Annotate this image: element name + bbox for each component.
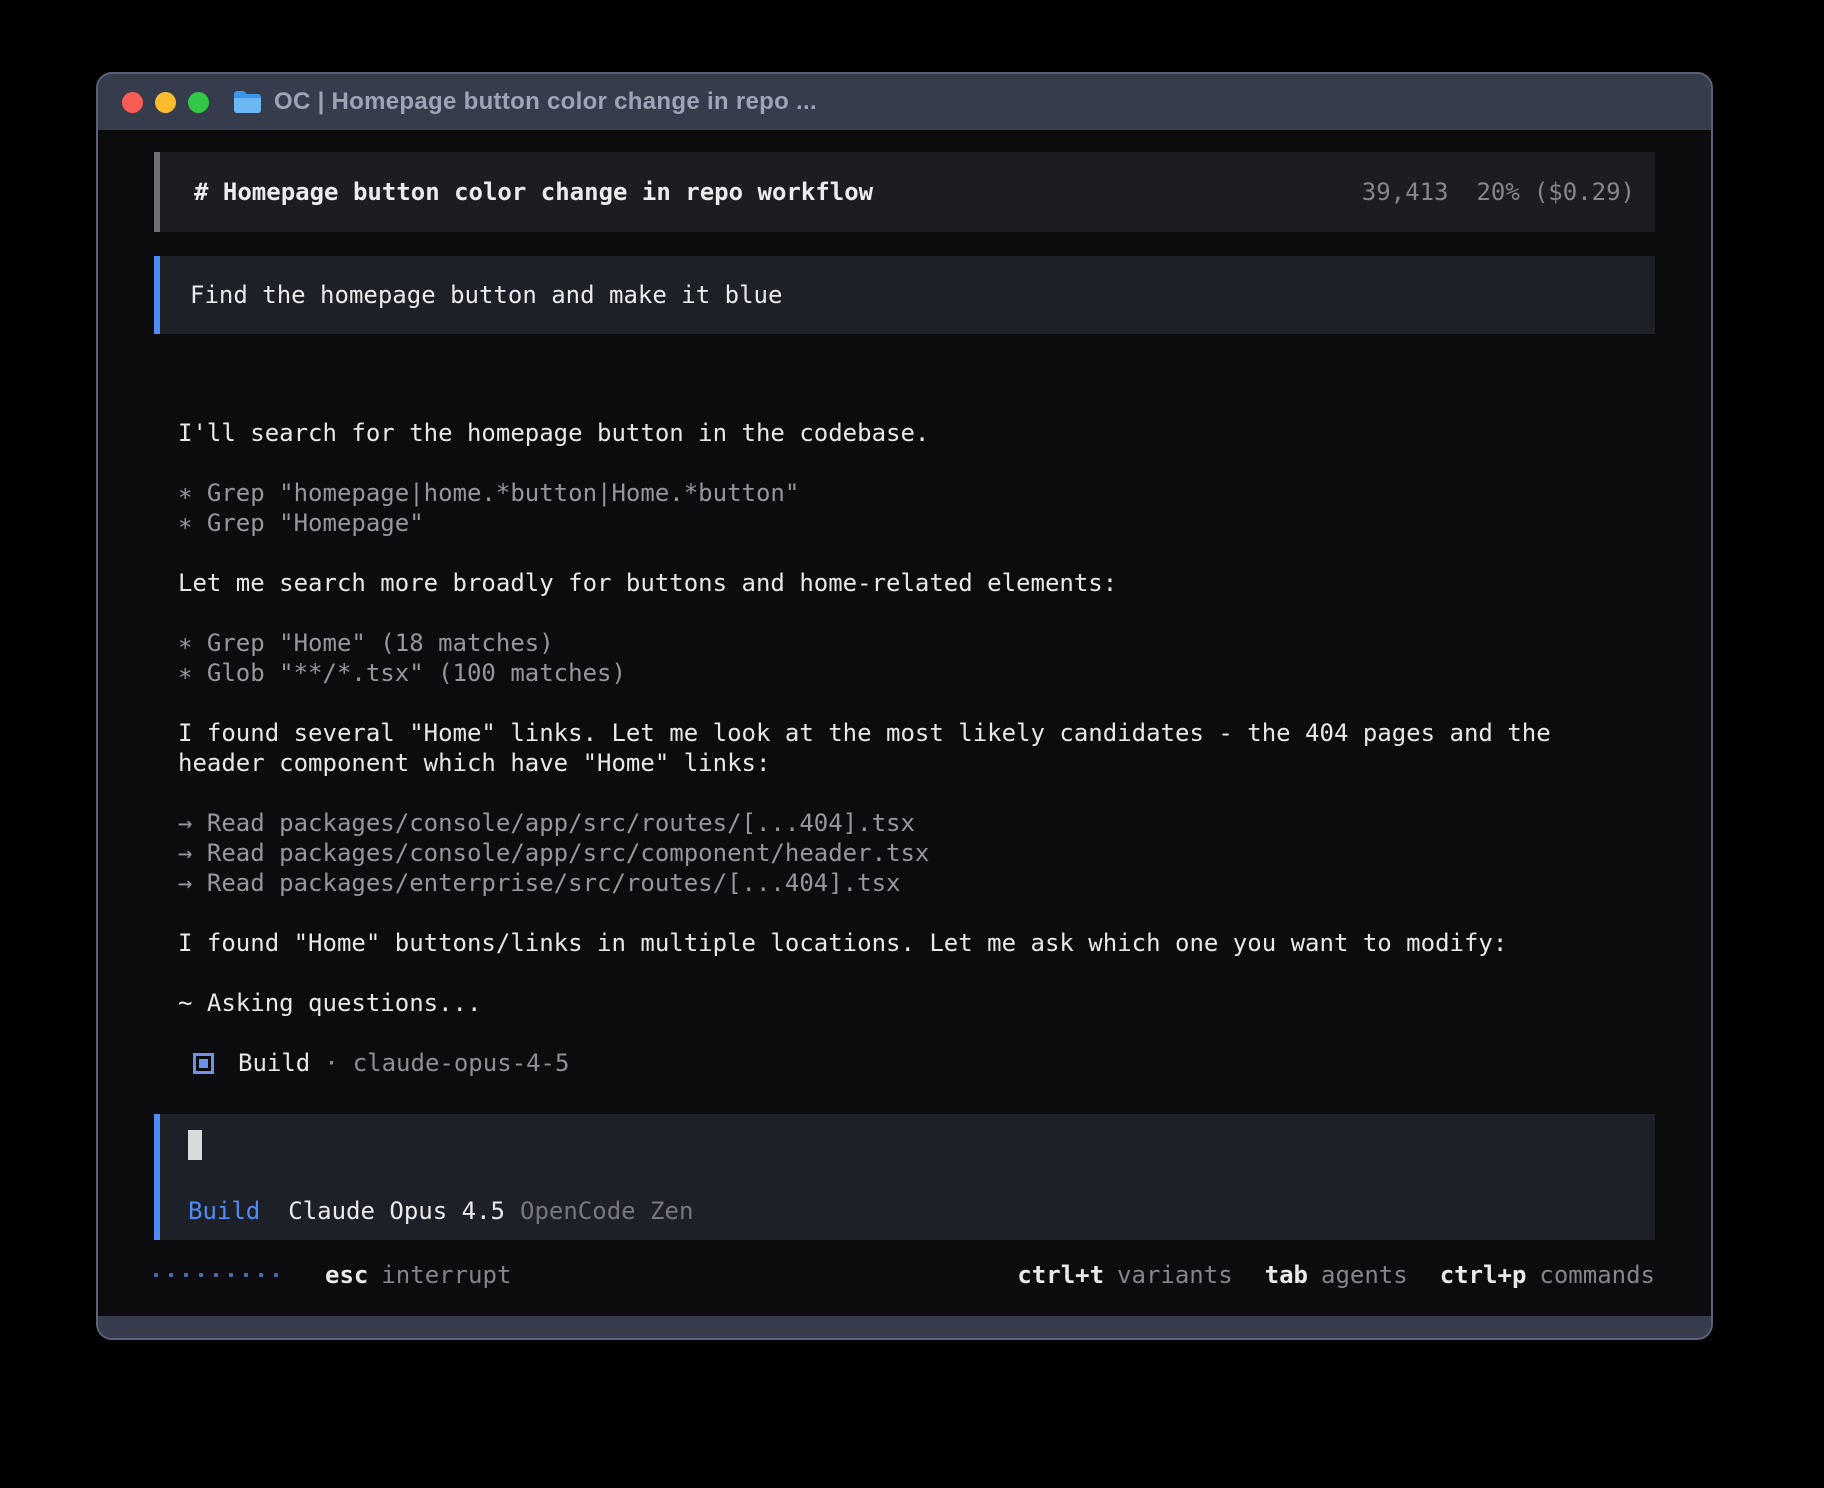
tool-call-line: → Read packages/enterprise/src/routes/[.…	[178, 868, 1655, 898]
tool-call-block: ∗ Grep "Home" (18 matches)∗ Glob "**/*.t…	[178, 628, 1655, 688]
shortcut-hint-commands: ctrl+p commands	[1440, 1261, 1655, 1289]
tool-call-line: ∗ Grep "Homepage"	[178, 508, 1655, 538]
text-cursor	[188, 1130, 202, 1160]
status-dot	[259, 1273, 263, 1277]
context-percent: 20%	[1476, 178, 1519, 206]
tool-call-block: ∗ Grep "homepage|home.*button|Home.*butt…	[178, 478, 1655, 538]
progress-dots	[154, 1273, 289, 1277]
assistant-text-line: I found several "Home" links. Let me loo…	[178, 718, 1655, 748]
assistant-text-block: ~ Asking questions...	[178, 988, 1655, 1018]
status-dot	[244, 1273, 248, 1277]
status-left: esc interrupt	[154, 1261, 511, 1289]
status-dot	[229, 1273, 233, 1277]
shortcut-hint-agents: tab agents	[1265, 1261, 1408, 1289]
shortcut-key: ctrl+p	[1440, 1261, 1527, 1289]
tool-call-line: ∗ Grep "homepage|home.*button|Home.*butt…	[178, 478, 1655, 508]
agent-model: claude-opus-4-5	[353, 1048, 570, 1078]
session-stats: 39,413 20% ($0.29)	[1362, 178, 1635, 206]
tool-call-line: → Read packages/console/app/src/routes/[…	[178, 808, 1655, 838]
assistant-text-block: Let me search more broadly for buttons a…	[178, 568, 1655, 598]
user-message: Find the homepage button and make it blu…	[154, 256, 1655, 334]
assistant-text-line: I found "Home" buttons/links in multiple…	[178, 928, 1655, 958]
status-dot	[214, 1273, 218, 1277]
window-bottom-strip	[98, 1316, 1711, 1338]
close-button[interactable]	[122, 92, 143, 113]
user-message-text: Find the homepage button and make it blu…	[190, 281, 782, 309]
window-title: OC | Homepage button color change in rep…	[274, 88, 817, 116]
shortcut-hint-variants: ctrl+t variants	[1017, 1261, 1232, 1289]
assistant-text-block: I found several "Home" links. Let me loo…	[178, 718, 1655, 778]
folder-icon	[233, 90, 262, 114]
session-header: # Homepage button color change in repo w…	[154, 152, 1655, 232]
agent-status-row: Build · claude-opus-4-5	[178, 1048, 1655, 1078]
prompt-input[interactable]: Build Claude Opus 4.5 OpenCode Zen	[154, 1114, 1655, 1240]
assistant-text-line: I'll search for the homepage button in t…	[178, 418, 1655, 448]
maximize-button[interactable]	[188, 92, 209, 113]
assistant-text-line: Let me search more broadly for buttons a…	[178, 568, 1655, 598]
tool-call-line: ∗ Grep "Home" (18 matches)	[178, 628, 1655, 658]
assistant-text-line: ~ Asking questions...	[178, 988, 1655, 1018]
shortcut-label: variants	[1117, 1261, 1233, 1289]
status-right: ctrl+t variants tab agents ctrl+p commands	[985, 1261, 1655, 1289]
shortcut-key: tab	[1265, 1261, 1308, 1289]
terminal-window: OC | Homepage button color change in rep…	[96, 72, 1713, 1340]
assistant-text-line: header component which have "Home" links…	[178, 748, 1655, 778]
status-dot	[169, 1273, 173, 1277]
terminal-content: # Homepage button color change in repo w…	[98, 130, 1711, 1316]
minimize-button[interactable]	[155, 92, 176, 113]
conversation: I'll search for the homepage button in t…	[154, 418, 1655, 1078]
session-title: # Homepage button color change in repo w…	[194, 178, 873, 206]
agent-separator: ·	[324, 1048, 338, 1078]
esc-key-hint: esc	[325, 1261, 368, 1289]
status-dot	[154, 1273, 158, 1277]
shortcut-key: ctrl+t	[1017, 1261, 1104, 1289]
assistant-text-block: I'll search for the homepage button in t…	[178, 418, 1655, 448]
titlebar: OC | Homepage button color change in rep…	[98, 74, 1711, 130]
tool-call-line: → Read packages/console/app/src/componen…	[178, 838, 1655, 868]
status-dot	[199, 1273, 203, 1277]
interrupt-label: interrupt	[381, 1261, 511, 1289]
shortcut-label: commands	[1539, 1261, 1655, 1289]
status-bar: esc interrupt ctrl+tvariantstabagentsctr…	[154, 1260, 1655, 1290]
input-model-label: Claude Opus 4.5	[288, 1196, 505, 1226]
session-cost: ($0.29)	[1534, 178, 1635, 206]
input-meta: Build Claude Opus 4.5 OpenCode Zen	[188, 1196, 1655, 1226]
agent-square-icon	[193, 1053, 214, 1074]
tool-call-block: → Read packages/console/app/src/routes/[…	[178, 808, 1655, 898]
status-dot	[274, 1273, 278, 1277]
status-dot	[184, 1273, 188, 1277]
input-mode-label: Build	[188, 1196, 260, 1226]
agent-name: Build	[238, 1048, 310, 1078]
assistant-text-block: I found "Home" buttons/links in multiple…	[178, 928, 1655, 958]
input-provider-label: OpenCode Zen	[520, 1196, 693, 1226]
tool-call-line: ∗ Glob "**/*.tsx" (100 matches)	[178, 658, 1655, 688]
token-count: 39,413	[1362, 178, 1449, 206]
shortcut-label: agents	[1321, 1261, 1408, 1289]
